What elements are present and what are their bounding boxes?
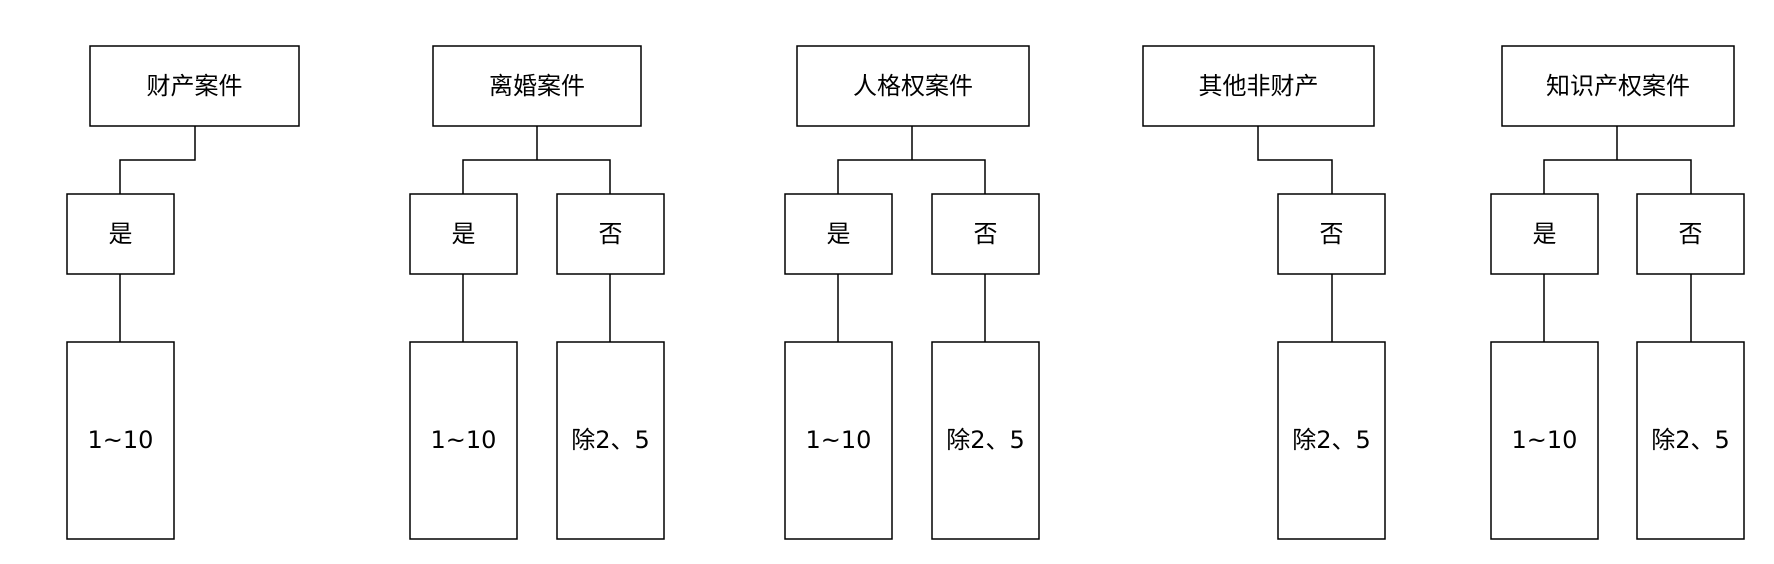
value-box: 1~10 (1490, 341, 1599, 540)
value-label: 除2、5 (1292, 426, 1371, 454)
branch-box: 否 (1277, 193, 1386, 275)
branch-label: 是 (452, 220, 476, 248)
connector (837, 274, 986, 342)
root-box: 人格权案件 (796, 45, 1030, 127)
branch-label: 否 (974, 220, 998, 248)
group-1: 财产案件 是 1~10 (66, 45, 300, 540)
root-box: 离婚案件 (432, 45, 642, 127)
branch-box: 是 (409, 193, 518, 275)
group-3: 人格权案件 是 否 1~10 除2、5 (784, 45, 1040, 540)
branch-label: 是 (1533, 220, 1557, 248)
branch-label: 否 (1320, 220, 1344, 248)
value-label: 除2、5 (571, 426, 650, 454)
value-label: 除2、5 (946, 426, 1025, 454)
connector (1257, 126, 1333, 194)
branch-box: 是 (784, 193, 893, 275)
branch-box: 是 (66, 193, 175, 275)
value-box: 除2、5 (1636, 341, 1745, 540)
group-5: 知识产权案件 是 否 1~10 除2、5 (1490, 45, 1745, 540)
value-label: 1~10 (1512, 426, 1578, 454)
value-box: 除2、5 (931, 341, 1040, 540)
root-label: 其他非财产 (1199, 72, 1319, 100)
branch-label: 是 (109, 220, 133, 248)
value-label: 1~10 (806, 426, 872, 454)
group-4: 其他非财产 否 除2、5 (1142, 45, 1386, 540)
tree-diagram: 财产案件 是 1~10 离婚案件 是 否 1~10 除2、5 人格权案件 是 否… (66, 45, 1745, 540)
branch-box: 否 (556, 193, 665, 275)
root-label: 知识产权案件 (1546, 72, 1690, 100)
group-2: 离婚案件 是 否 1~10 除2、5 (409, 45, 665, 540)
connector (119, 126, 196, 194)
root-label: 人格权案件 (853, 72, 973, 100)
connector (462, 274, 611, 342)
value-box: 1~10 (409, 341, 518, 540)
connector (837, 126, 986, 194)
value-box: 除2、5 (556, 341, 665, 540)
root-box: 其他非财产 (1142, 45, 1375, 127)
value-box: 1~10 (784, 341, 893, 540)
root-box: 知识产权案件 (1501, 45, 1735, 127)
value-label: 1~10 (88, 426, 154, 454)
value-label: 除2、5 (1651, 426, 1730, 454)
root-box: 财产案件 (89, 45, 300, 127)
branch-box: 是 (1490, 193, 1599, 275)
connector (1543, 126, 1692, 194)
value-label: 1~10 (431, 426, 497, 454)
root-label: 财产案件 (147, 72, 243, 100)
branch-box: 否 (931, 193, 1040, 275)
value-box: 除2、5 (1277, 341, 1386, 540)
branch-box: 否 (1636, 193, 1745, 275)
root-label: 离婚案件 (489, 72, 585, 100)
value-box: 1~10 (66, 341, 175, 540)
connector (1543, 274, 1692, 342)
branch-label: 是 (827, 220, 851, 248)
connector (462, 126, 611, 194)
branch-label: 否 (1679, 220, 1703, 248)
branch-label: 否 (599, 220, 623, 248)
